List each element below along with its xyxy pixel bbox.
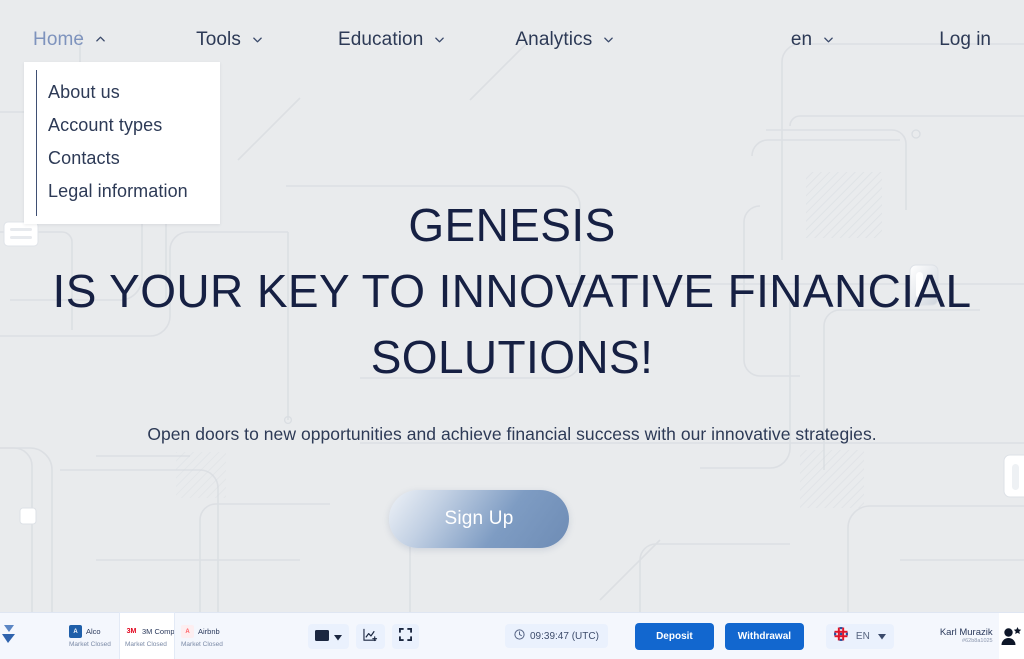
nav-item-analytics-label: Analytics [515,29,593,50]
ticker-header: A Alco [69,625,114,638]
nav-item-tools[interactable]: Tools [196,29,263,51]
add-indicator-button[interactable] [356,623,385,649]
chart-type-button[interactable] [308,623,349,649]
avatar[interactable] [998,612,1024,659]
ticker-card[interactable]: A Alco Market Closed [64,613,118,659]
ticker-name: 3M Comp [142,627,174,636]
alcoa-logo-icon: A [69,625,82,638]
3m-logo-icon: 3M [125,625,138,638]
airbnb-logo-icon: A [181,625,194,638]
user-star-icon [1001,627,1022,645]
nav-right-group: en Log in [791,0,1024,80]
dropdown-item-about-us[interactable]: About us [24,76,220,109]
ticker-status: Market Closed [181,641,223,648]
landing-page: GENESIS IS YOUR KEY TO INNOVATIVE FINANC… [0,0,1024,659]
terminal-toolbar: A Alco Market Closed 3M 3M Comp Market C… [0,612,1024,659]
chevron-down-icon [434,34,445,45]
clock-icon [514,629,525,643]
dropdown-item-account-types[interactable]: Account types [24,109,220,142]
hero-title-line-2: IS YOUR KEY TO INNOVATIVE FINANCIAL [52,265,972,317]
terminal-language-selector[interactable]: EN [825,623,894,649]
ticker-list: A Alco Market Closed 3M 3M Comp Market C… [64,612,230,659]
dropdown-item-legal-information[interactable]: Legal information [24,175,220,208]
uk-flag-icon [833,626,848,646]
nav-item-home[interactable]: Home [33,29,106,51]
clock-text: 09:39:47 (UTC) [530,630,599,642]
ticker-status: Market Closed [125,641,167,648]
dropdown-item-contacts[interactable]: Contacts [24,142,220,175]
home-dropdown-menu: About us Account types Contacts Legal in… [24,62,220,224]
withdrawal-button[interactable]: Withdrawal [724,622,804,650]
hero-title-line-3: SOLUTIONS! [370,331,654,383]
log-in-button[interactable]: Log in [939,29,991,51]
caret-down-icon [334,629,342,644]
user-account[interactable]: Karl Murazik #62b8a1025 [940,627,993,645]
nav-item-education[interactable]: Education [338,29,445,51]
chevron-down-icon [823,34,834,45]
fullscreen-button[interactable] [392,623,419,649]
ticker-header: A Airbnb [181,625,226,638]
chevron-up-icon [95,34,106,45]
ticker-header: 3M 3M Comp [125,625,174,638]
nav-item-home-label: Home [33,29,85,50]
user-id: #62b8a1025 [962,638,993,644]
chevron-down-icon [603,34,614,45]
nav-items: Home Tools Education Analytics [0,29,614,51]
chevron-down-icon [252,34,263,45]
ticker-card[interactable]: 3M 3M Comp Market Closed [120,612,174,659]
user-name: Karl Murazik [939,627,993,638]
deposit-button[interactable]: Deposit [634,622,714,650]
ticker-status: Market Closed [69,641,111,648]
add-indicator-icon [363,628,378,645]
language-selector-label: en [790,29,813,50]
nav-item-tools-label: Tools [196,29,241,50]
sign-up-button[interactable]: Sign Up [389,490,569,548]
nav-item-analytics[interactable]: Analytics [515,29,614,51]
brand-logo-icon[interactable] [2,623,24,649]
language-selector[interactable]: en [791,29,834,51]
money-actions: Deposit Withdrawal [634,622,804,650]
ticker-name: Alco [86,627,101,636]
terminal-language-code: EN [855,630,870,642]
fullscreen-icon [399,628,412,644]
nav-item-education-label: Education [337,29,424,50]
chart-tools [308,623,419,649]
ticker-card[interactable]: A Airbnb Market Closed [176,613,230,659]
ticker-name: Airbnb [198,627,220,636]
caret-down-icon [877,627,886,645]
chart-type-icon [315,629,329,644]
utc-clock: 09:39:47 (UTC) [505,624,608,648]
hero-subtitle: Open doors to new opportunities and achi… [147,424,877,444]
